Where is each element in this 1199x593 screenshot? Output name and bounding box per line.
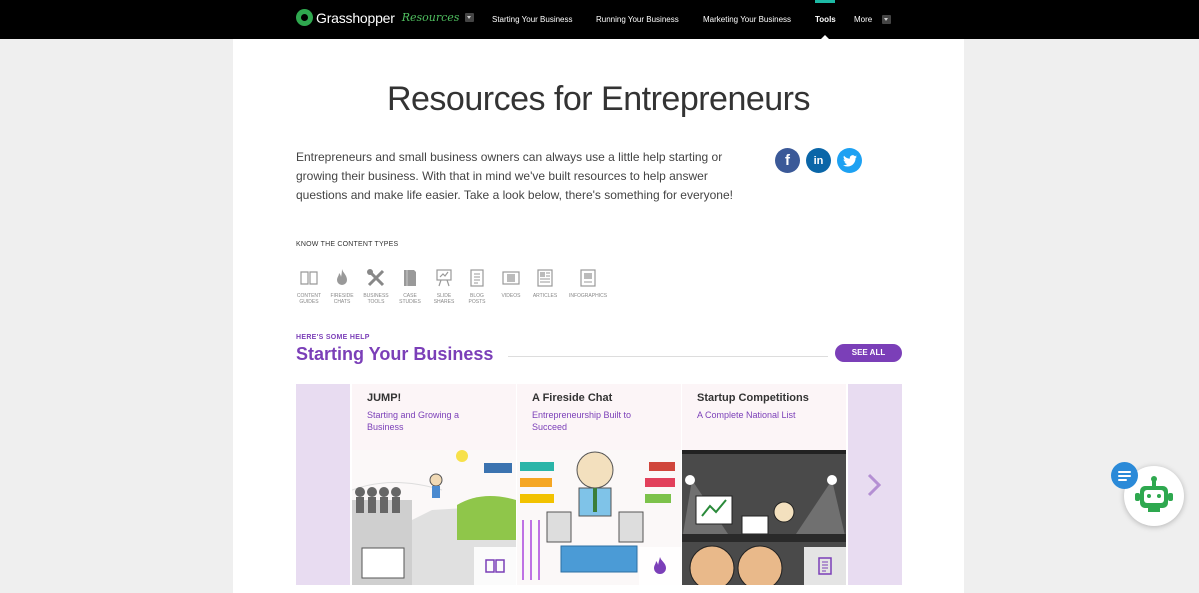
section-kicker: HERE'S SOME HELP (296, 334, 370, 341)
nav-more[interactable]: More (854, 15, 872, 24)
book-icon (485, 559, 505, 573)
card-type-badge (639, 547, 681, 585)
content-type-infographics[interactable]: INFOGRAPHICS (568, 268, 608, 299)
flame-icon (337, 269, 347, 285)
card-startup-competitions[interactable]: Startup Competitions A Complete National… (682, 384, 846, 585)
twitter-bird-glyph (842, 154, 857, 167)
content-type-label: STUDIES (399, 299, 421, 305)
twitter-icon[interactable] (837, 148, 862, 173)
document-icon (470, 269, 484, 287)
content-type-label: INFOGRAPHICS (568, 293, 608, 299)
content-type-slide-shares[interactable]: SLIDE SHARES (427, 268, 461, 305)
content-type-label: SHARES (433, 299, 455, 305)
linkedin-icon[interactable]: in (806, 148, 831, 173)
content-type-label: ARTICLES (532, 293, 558, 299)
nav-starting-your-business[interactable]: Starting Your Business (492, 15, 573, 24)
top-nav-bar: Grasshopper Resources Starting Your Busi… (0, 0, 1199, 39)
content-type-blog-posts[interactable]: BLOG POSTS (460, 268, 494, 305)
content-type-videos[interactable]: VIDEOS (494, 268, 528, 299)
content-type-fireside[interactable]: FIRESIDE CHATS (325, 268, 359, 305)
book-icon (300, 271, 318, 285)
card-subtitle: A Complete National List (697, 410, 796, 420)
section-divider (508, 356, 828, 357)
page-title: Resources for Entrepreneurs (386, 80, 811, 118)
card-title: A Fireside Chat (532, 392, 613, 404)
facebook-icon[interactable]: f (775, 148, 800, 173)
card-title: Startup Competitions (697, 392, 809, 404)
linkedin-glyph: in (813, 154, 824, 167)
card-jump[interactable]: JUMP! Starting and Growing a Business (352, 384, 516, 585)
document-icon (818, 557, 832, 575)
nav-marketing-your-business[interactable]: Marketing Your Business (703, 15, 791, 24)
content-type-articles[interactable]: ARTICLES (528, 268, 562, 299)
see-all-button[interactable]: SEE ALL (835, 344, 902, 362)
intro-paragraph: Entrepreneurs and small business owners … (296, 150, 733, 202)
content-type-case-studies[interactable]: CASE STUDIES (393, 268, 427, 305)
brand-subtitle: Resources (401, 11, 460, 24)
carousel-next-arrow-icon[interactable] (865, 472, 883, 498)
content-type-label: VIDEOS (501, 293, 521, 299)
chat-menu-line (1118, 474, 1131, 477)
chat-menu-line (1118, 470, 1131, 473)
nav-tools[interactable]: Tools (815, 15, 836, 24)
content-type-label: TOOLS (367, 299, 385, 305)
brand-name: Grasshopper (316, 9, 395, 26)
chat-menu-line (1118, 478, 1127, 481)
carousel-left-gutter (296, 384, 350, 585)
content-types-heading: KNOW THE CONTENT TYPES (296, 241, 399, 248)
tools-icon (367, 269, 385, 287)
facebook-glyph: f (785, 152, 790, 169)
resources-dropdown-icon[interactable] (465, 13, 475, 22)
card-fireside-chat[interactable]: A Fireside Chat Entrepreneurship Built t… (517, 384, 681, 585)
flame-icon (654, 557, 666, 574)
easel-icon (436, 269, 452, 287)
nav-active-indicator (815, 0, 835, 3)
content-type-label: CHATS (333, 299, 351, 305)
card-type-badge (474, 547, 516, 585)
grasshopper-logo[interactable]: Grasshopper Resources (296, 9, 475, 26)
content-type-guides[interactable]: CONTENT GUIDES (292, 268, 326, 305)
binder-icon (404, 270, 416, 286)
nav-running-your-business[interactable]: Running Your Business (596, 15, 679, 24)
content-type-label: POSTS (468, 299, 486, 305)
content-type-label: GUIDES (299, 299, 319, 305)
chat-menu-icon[interactable] (1111, 462, 1138, 489)
content-type-tools[interactable]: BUSINESS TOOLS (359, 268, 393, 305)
more-dropdown-icon[interactable] (882, 15, 891, 24)
card-subtitle: Entrepreneurship Built to Succeed (532, 410, 632, 432)
card-title: JUMP! (367, 392, 402, 404)
film-icon (502, 271, 520, 285)
card-subtitle: Starting and Growing a Business (367, 410, 460, 432)
section-title: Starting Your Business (296, 344, 494, 364)
grasshopper-logo-icon (296, 9, 313, 26)
card-type-badge (804, 547, 846, 585)
article-icon (537, 269, 553, 287)
infographic-icon (580, 269, 596, 287)
